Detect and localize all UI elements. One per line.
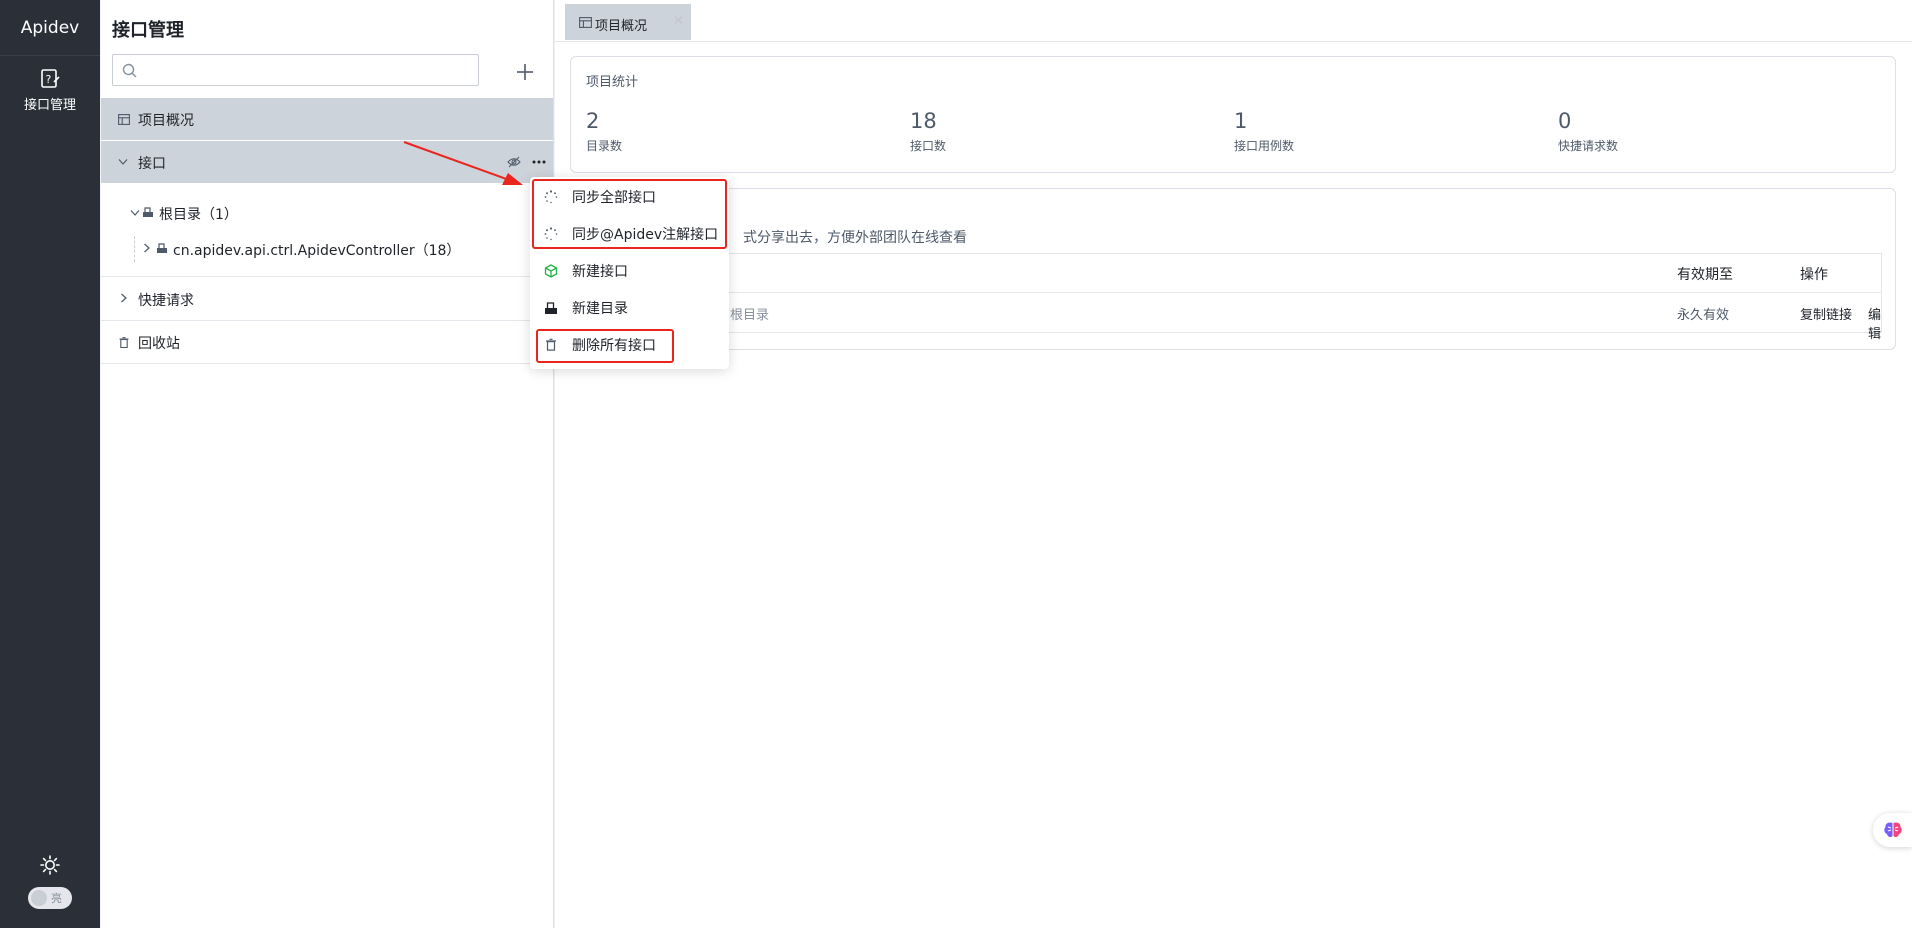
loading-icon: [544, 190, 558, 204]
toggle-knob: [31, 890, 47, 906]
tree-item-overview[interactable]: 项目概况: [101, 98, 553, 140]
menu-item-delete-all[interactable]: 删除所有接口: [530, 326, 729, 363]
column-header-ops: 操作: [1800, 267, 1828, 283]
tree-item-controller[interactable]: cn.apidev.api.ctrl.ApidevController（18）: [101, 228, 553, 270]
tab-label: 项目概况: [595, 19, 648, 34]
stat-item: 18 接口数: [910, 109, 1210, 154]
stat-caption: 目录数: [586, 139, 623, 153]
chevron-right-icon[interactable]: [120, 293, 128, 303]
main-content: 项目概况 × 项目统计 2 目录数 18 接口数 1 接口用例数 0 快捷请求数: [555, 0, 1912, 928]
chevron-down-icon[interactable]: [118, 158, 128, 166]
tree-item-label: 接口: [138, 156, 166, 172]
stat-item: 2 目录数: [586, 109, 886, 154]
menu-item-label: 新建目录: [572, 301, 628, 317]
svg-text:?: ?: [46, 73, 52, 86]
tree-item-api[interactable]: 接口: [101, 141, 553, 183]
trash-icon: [119, 337, 129, 348]
stat-item: 1 接口用例数: [1234, 109, 1534, 154]
stat-caption: 快捷请求数: [1558, 139, 1619, 153]
loading-icon: [544, 227, 558, 241]
more-icon[interactable]: [532, 160, 546, 164]
tab-bar: 项目概况 ×: [555, 0, 1912, 42]
stat-value: 0: [1558, 109, 1572, 133]
table-icon: [579, 17, 592, 28]
card-title: 项目统计: [586, 75, 639, 90]
column-header-expiry: 有效期至: [1677, 267, 1733, 283]
nav-item-api-management[interactable]: ? 接口管理: [0, 62, 100, 124]
menu-item-label: 删除所有接口: [572, 338, 656, 354]
menu-item-new-dir[interactable]: 新建目录: [530, 289, 729, 326]
tree-item-label: 快捷请求: [138, 293, 194, 309]
tree-item-label: 项目概况: [138, 113, 194, 129]
divider: [101, 363, 553, 364]
nav-rail: Apidev ? 接口管理 亮: [0, 0, 100, 928]
project-stats-card: 项目统计 2 目录数 18 接口数 1 接口用例数 0 快捷请求数: [570, 56, 1896, 173]
eye-hidden-icon[interactable]: [507, 156, 521, 168]
folder-icon: [143, 207, 153, 217]
rail-divider: [0, 55, 100, 56]
search-input[interactable]: [141, 59, 471, 81]
tree-item-label: cn.apidev.api.ctrl.ApidevController（18）: [173, 243, 461, 259]
search-icon: [122, 63, 137, 78]
copy-link-button[interactable]: 复制链接: [1800, 304, 1852, 323]
edit-button[interactable]: 编辑: [1868, 304, 1881, 342]
share-table: 有效期至 操作 根目录 永久有效 复制链接 编辑 删除: [707, 253, 1882, 342]
chevron-right-icon[interactable]: [143, 243, 151, 253]
table-icon: [118, 114, 130, 125]
share-card: 式分享出去，方便外部团队在线查看 有效期至 操作 根目录 永久有效 复制链接 编…: [570, 188, 1896, 350]
nav-item-label: 接口管理: [23, 98, 76, 113]
close-icon[interactable]: ×: [673, 13, 684, 28]
stat-item: 0 快捷请求数: [1558, 109, 1858, 154]
gear-icon[interactable]: [38, 853, 62, 877]
context-menu: 同步全部接口 同步@Apidev注解接口 新建接口 新建目录 删除所有接口: [530, 177, 729, 369]
app-root: Apidev ? 接口管理 亮 接口管理 项目概况 接口 根目录（1） cn.a…: [0, 0, 1912, 928]
share-dir-cell: 根目录: [730, 308, 770, 323]
stat-caption: 接口数: [910, 139, 947, 153]
folder-icon: [157, 243, 167, 253]
tree-item-quick-request[interactable]: 快捷请求: [101, 278, 553, 320]
tree-item-label: 根目录（1）: [159, 207, 238, 223]
trash-icon: [546, 338, 556, 351]
menu-item-new-api[interactable]: 新建接口: [530, 252, 729, 289]
panel-title: 接口管理: [112, 20, 184, 41]
api-tree-panel: 接口管理 项目概况 接口 根目录（1） cn.apidev.api.ctrl.A…: [101, 0, 554, 928]
tab-overview[interactable]: 项目概况 ×: [565, 4, 691, 40]
stat-value: 1: [1234, 109, 1248, 133]
tree-item-recycle-bin[interactable]: 回收站: [101, 321, 553, 363]
share-expiry-cell: 永久有效: [1677, 308, 1730, 323]
menu-item-label: 同步全部接口: [572, 190, 656, 206]
theme-toggle[interactable]: 亮: [28, 887, 72, 909]
divider: [101, 276, 553, 277]
table-divider: [708, 292, 1881, 293]
menu-item-label: 新建接口: [572, 264, 628, 280]
stat-value: 2: [586, 109, 600, 133]
stat-value: 18: [910, 109, 937, 133]
cube-icon: [544, 264, 558, 278]
brain-icon: [1884, 822, 1902, 838]
chevron-down-icon[interactable]: [130, 209, 140, 217]
add-icon[interactable]: [515, 62, 535, 82]
stat-caption: 接口用例数: [1234, 139, 1295, 153]
folder-icon: [545, 302, 557, 314]
ai-assistant-button[interactable]: [1873, 813, 1912, 847]
tree-item-label: 回收站: [138, 336, 180, 352]
menu-item-sync-all[interactable]: 同步全部接口: [530, 178, 729, 215]
menu-item-sync-annotated[interactable]: 同步@Apidev注解接口: [530, 215, 729, 252]
api-doc-icon: ?: [41, 69, 60, 88]
app-name: Apidev: [20, 18, 80, 38]
search-box: [112, 54, 479, 86]
share-description: 式分享出去，方便外部团队在线查看: [743, 230, 967, 246]
theme-toggle-label: 亮: [51, 892, 62, 905]
menu-item-label: 同步@Apidev注解接口: [572, 227, 719, 243]
